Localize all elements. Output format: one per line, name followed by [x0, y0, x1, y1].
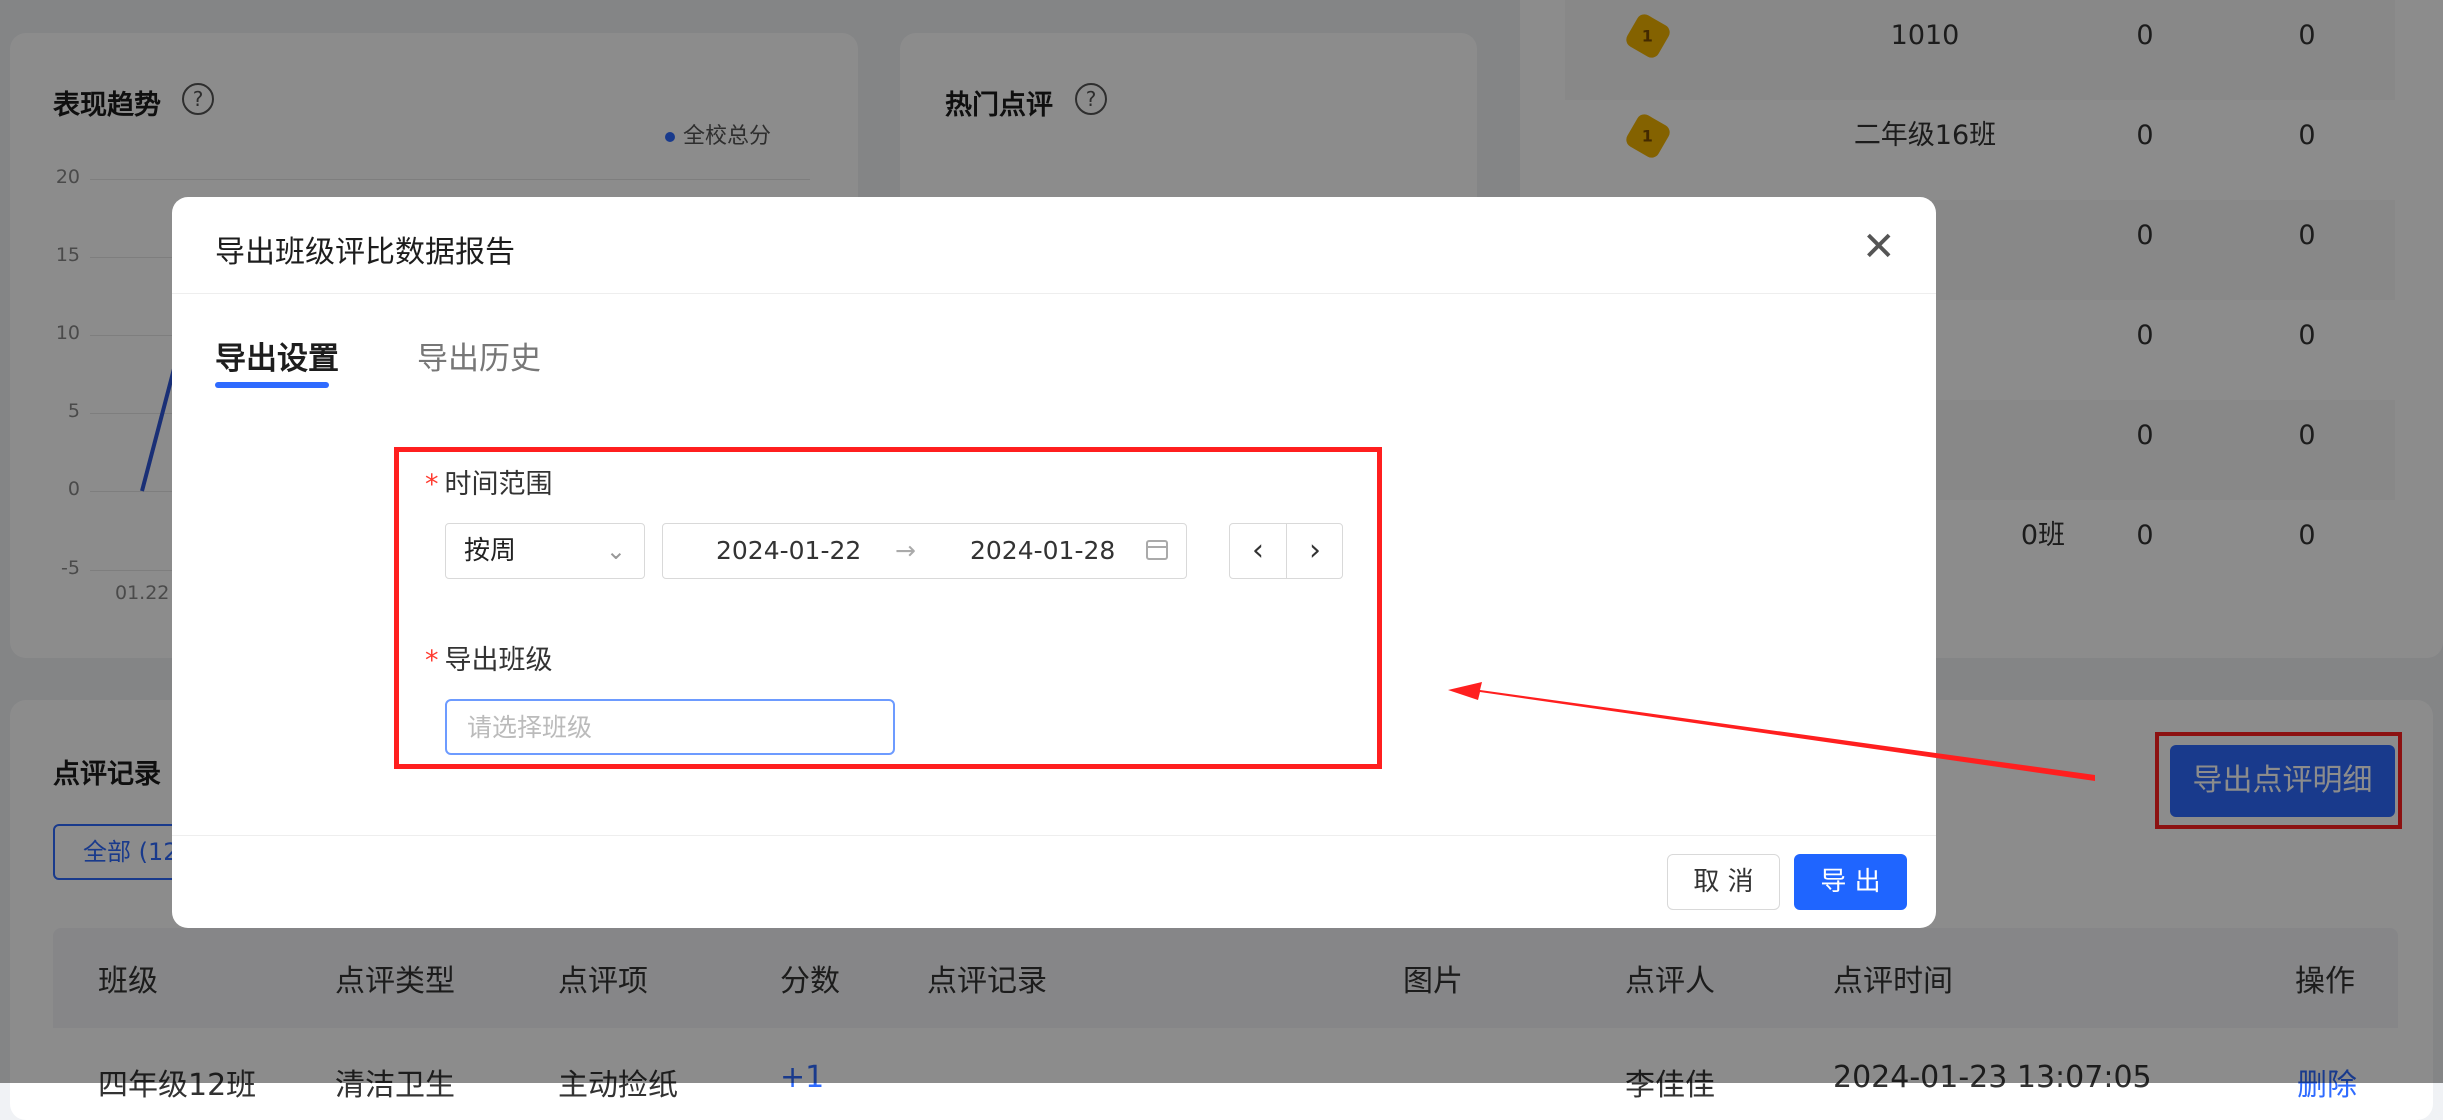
footer-divider	[172, 835, 1936, 836]
date-end[interactable]: 2024-01-28	[970, 524, 1115, 578]
chevron-left-icon[interactable]: ‹	[1230, 524, 1287, 578]
period-pager: ‹ ›	[1229, 523, 1343, 579]
class-select-input[interactable]	[445, 699, 895, 755]
chevron-down-icon: ⌄	[605, 537, 626, 565]
calendar-icon	[1146, 540, 1168, 560]
period-select[interactable]: 按周 ⌄	[445, 523, 645, 579]
active-tab-indicator	[215, 382, 329, 388]
tab-export-history[interactable]: 导出历史	[417, 333, 541, 378]
export-button[interactable]: 导 出	[1794, 854, 1907, 910]
date-start[interactable]: 2024-01-22	[716, 524, 861, 578]
date-range-picker[interactable]: 2024-01-22 → 2024-01-28	[662, 523, 1187, 579]
dialog-title: 导出班级评比数据报告	[215, 235, 515, 270]
range-arrow: →	[895, 536, 916, 565]
required-mark: *	[425, 645, 439, 676]
required-mark: *	[425, 469, 439, 500]
close-icon[interactable]: ✕	[1862, 227, 1896, 267]
export-class-label: * 导出班级	[425, 645, 553, 676]
tab-export-settings[interactable]: 导出设置	[215, 333, 339, 378]
time-range-label: * 时间范围	[425, 469, 553, 500]
export-report-dialog: 导出班级评比数据报告 ✕ 导出设置 导出历史 * 时间范围 按周 ⌄ 2024-0…	[172, 197, 1936, 928]
header-divider	[172, 293, 1936, 294]
cancel-button[interactable]: 取 消	[1667, 854, 1780, 910]
chevron-right-icon[interactable]: ›	[1287, 524, 1343, 578]
